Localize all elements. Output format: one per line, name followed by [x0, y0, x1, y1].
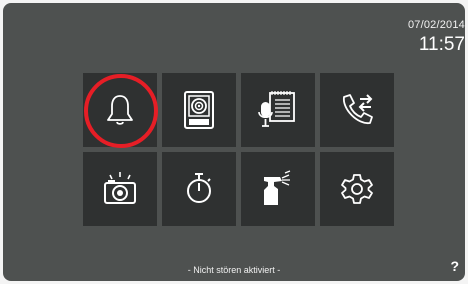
tile-photo-memory[interactable]	[83, 152, 157, 226]
tile-settings[interactable]	[320, 152, 394, 226]
bell-icon	[105, 93, 135, 127]
gear-icon	[340, 172, 374, 206]
tile-ring-tones[interactable]	[83, 73, 157, 147]
phone-transfer-icon	[338, 91, 376, 129]
stopwatch-icon	[184, 172, 214, 206]
tile-timer[interactable]	[162, 152, 236, 226]
tile-entrance-panel[interactable]	[162, 73, 236, 147]
do-not-disturb-status: - Nicht stören aktiviert -	[187, 265, 281, 275]
date-display: 07/02/2014	[407, 19, 465, 31]
tile-voice-memo[interactable]	[241, 73, 315, 147]
microphone-notepad-icon	[258, 88, 298, 132]
spray-bottle-icon	[258, 169, 298, 209]
intercom-screen: 07/02/2014 11:57 - Nicht stören aktivier…	[3, 3, 465, 281]
camera-icon	[102, 171, 138, 207]
intercom-panel-icon	[181, 90, 217, 130]
time-display: 11:57	[418, 34, 465, 55]
tile-cleaning-mode[interactable]	[241, 152, 315, 226]
tile-call-forwarding[interactable]	[320, 73, 394, 147]
help-button[interactable]: ?	[450, 258, 459, 274]
